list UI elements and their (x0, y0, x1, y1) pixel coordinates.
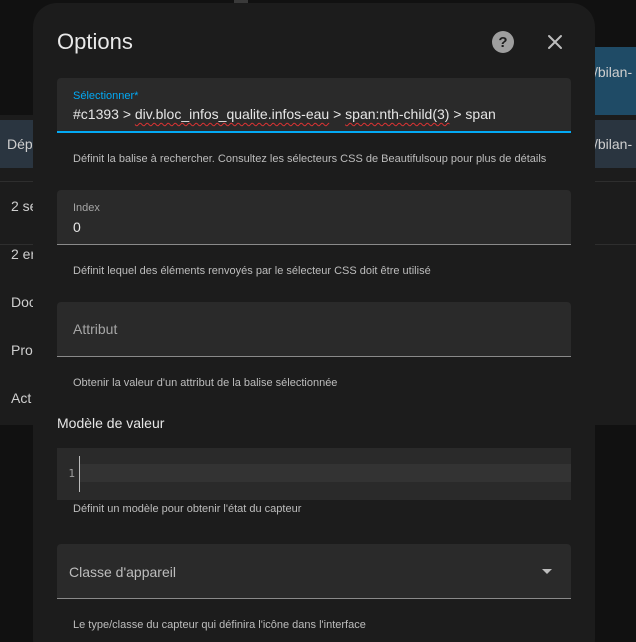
selector-helper-text: Définit la balise à rechercher. Consulte… (73, 153, 547, 165)
selector-input[interactable]: Sélectionner* #c1393 > div.bloc_infos_qu… (57, 78, 571, 133)
selector-value-part: > (329, 106, 346, 122)
value-template-helper-text: Définit un modèle pour obtenir l'état du… (73, 503, 302, 515)
index-value[interactable]: 0 (73, 219, 81, 235)
background-header-cell: Dép (7, 136, 33, 152)
close-icon[interactable] (543, 30, 567, 54)
index-helper-text: Définit lequel des éléments renvoyés par… (73, 265, 431, 277)
selector-value-part: #c1393 > (73, 106, 135, 122)
attribute-helper-text: Obtenir la valeur d'un attribut de la ba… (73, 377, 338, 389)
device-class-helper-text: Le type/classe du capteur qui définira l… (73, 619, 366, 631)
line-number: 1 (68, 467, 75, 480)
index-input[interactable]: Index 0 (57, 190, 571, 245)
index-label: Index (73, 202, 100, 214)
chevron-down-icon[interactable] (542, 569, 552, 574)
device-class-placeholder: Classe d'appareil (69, 564, 176, 580)
value-template-editor[interactable]: 1 (57, 448, 571, 500)
background-path-1: /bilan- (594, 64, 633, 80)
selector-value-part: > span (449, 106, 496, 122)
selector-value-part: div.bloc_infos_qualite.infos-eau (134, 106, 330, 122)
dialog-title: Options (57, 29, 133, 54)
help-symbol: ? (498, 33, 508, 51)
options-dialog: Options ? Sélectionner* #c1393 > div.blo… (33, 3, 595, 642)
selector-label: Sélectionner* (73, 90, 139, 102)
selector-value[interactable]: #c1393 > div.bloc_infos_qualite.infos-ea… (73, 106, 496, 122)
background-row[interactable]: Act (11, 390, 31, 406)
attribute-placeholder: Attribut (73, 321, 118, 337)
active-code-line[interactable] (80, 464, 571, 482)
background-path-2: /bilan- (594, 136, 633, 152)
background-row[interactable]: 2 er (11, 246, 35, 262)
help-icon[interactable]: ? (492, 31, 514, 53)
selector-value-part: span:nth-child(3) (345, 106, 450, 122)
device-class-select[interactable]: Classe d'appareil (57, 544, 571, 599)
value-template-title: Modèle de valeur (57, 415, 165, 431)
background-row[interactable]: Pro (11, 342, 33, 358)
attribute-input[interactable]: Attribut (57, 302, 571, 357)
text-cursor (79, 456, 80, 492)
